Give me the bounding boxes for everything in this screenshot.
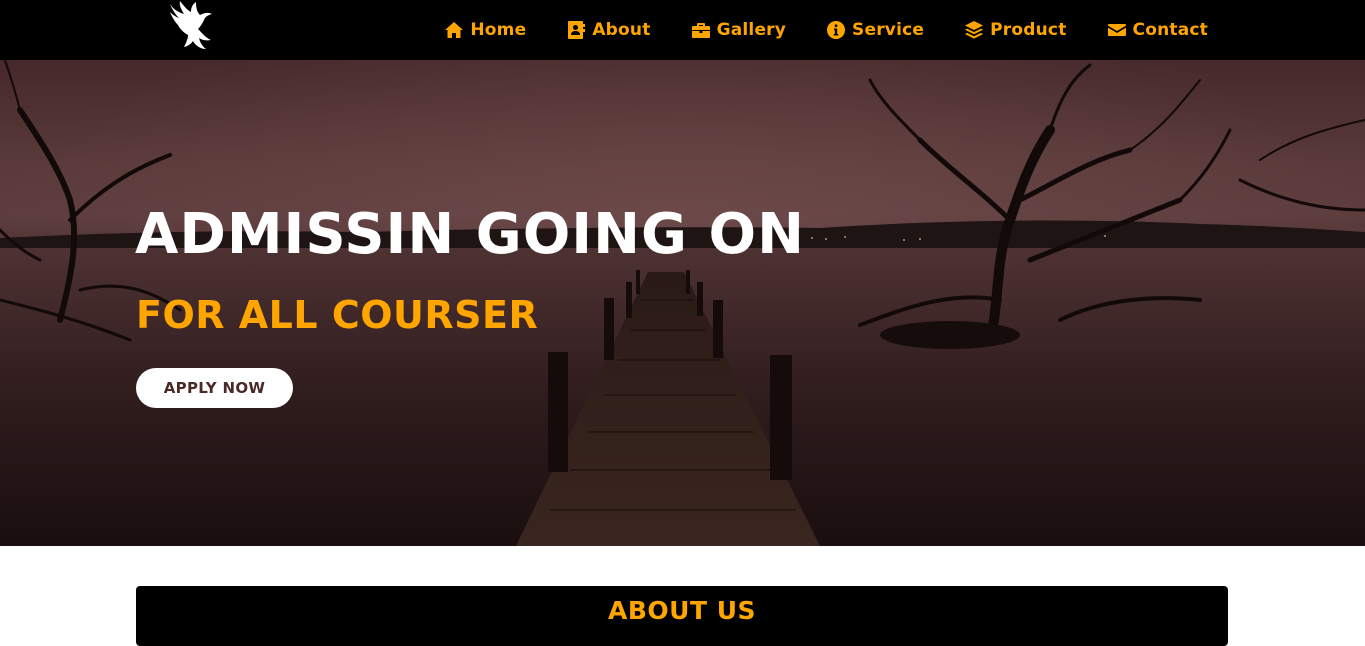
nav-item-label: Contact <box>1132 20 1208 40</box>
nav-item-service[interactable]: Service <box>826 20 924 40</box>
nav-item-label: Gallery <box>716 20 787 40</box>
info-circle-icon <box>827 21 846 39</box>
nav-item-gallery[interactable]: Gallery <box>691 20 786 40</box>
nav-item-contact[interactable]: Contact <box>1107 20 1208 40</box>
briefcase-icon <box>691 23 710 38</box>
envelope-icon <box>1107 24 1126 36</box>
hero-subtitle: FOR ALL COURSER <box>136 293 539 337</box>
nav-menu: Home About Gallery Service Product Conta… <box>444 0 1208 60</box>
nav-item-label: About <box>592 20 651 40</box>
apply-now-button[interactable]: APPLY NOW <box>136 368 293 408</box>
nav-item-label: Home <box>470 20 527 40</box>
nav-item-label: Service <box>852 20 925 40</box>
hero-banner: ADMISSIN GOING ON FOR ALL COURSER APPLY … <box>0 60 1365 546</box>
contact-card-icon <box>568 21 586 39</box>
layers-icon <box>965 21 984 39</box>
nav-item-home[interactable]: Home <box>444 20 526 40</box>
hero-title: ADMISSIN GOING ON <box>135 202 805 267</box>
nav-item-about[interactable]: About <box>566 20 650 40</box>
about-us-section: ABOUT US <box>136 586 1228 646</box>
home-icon <box>445 22 464 38</box>
top-navbar: Home About Gallery Service Product Conta… <box>0 0 1365 60</box>
nav-item-product[interactable]: Product <box>964 20 1066 40</box>
about-us-heading: ABOUT US <box>607 596 757 625</box>
eagle-logo-icon[interactable] <box>164 0 216 52</box>
nav-item-label: Product <box>990 20 1067 40</box>
